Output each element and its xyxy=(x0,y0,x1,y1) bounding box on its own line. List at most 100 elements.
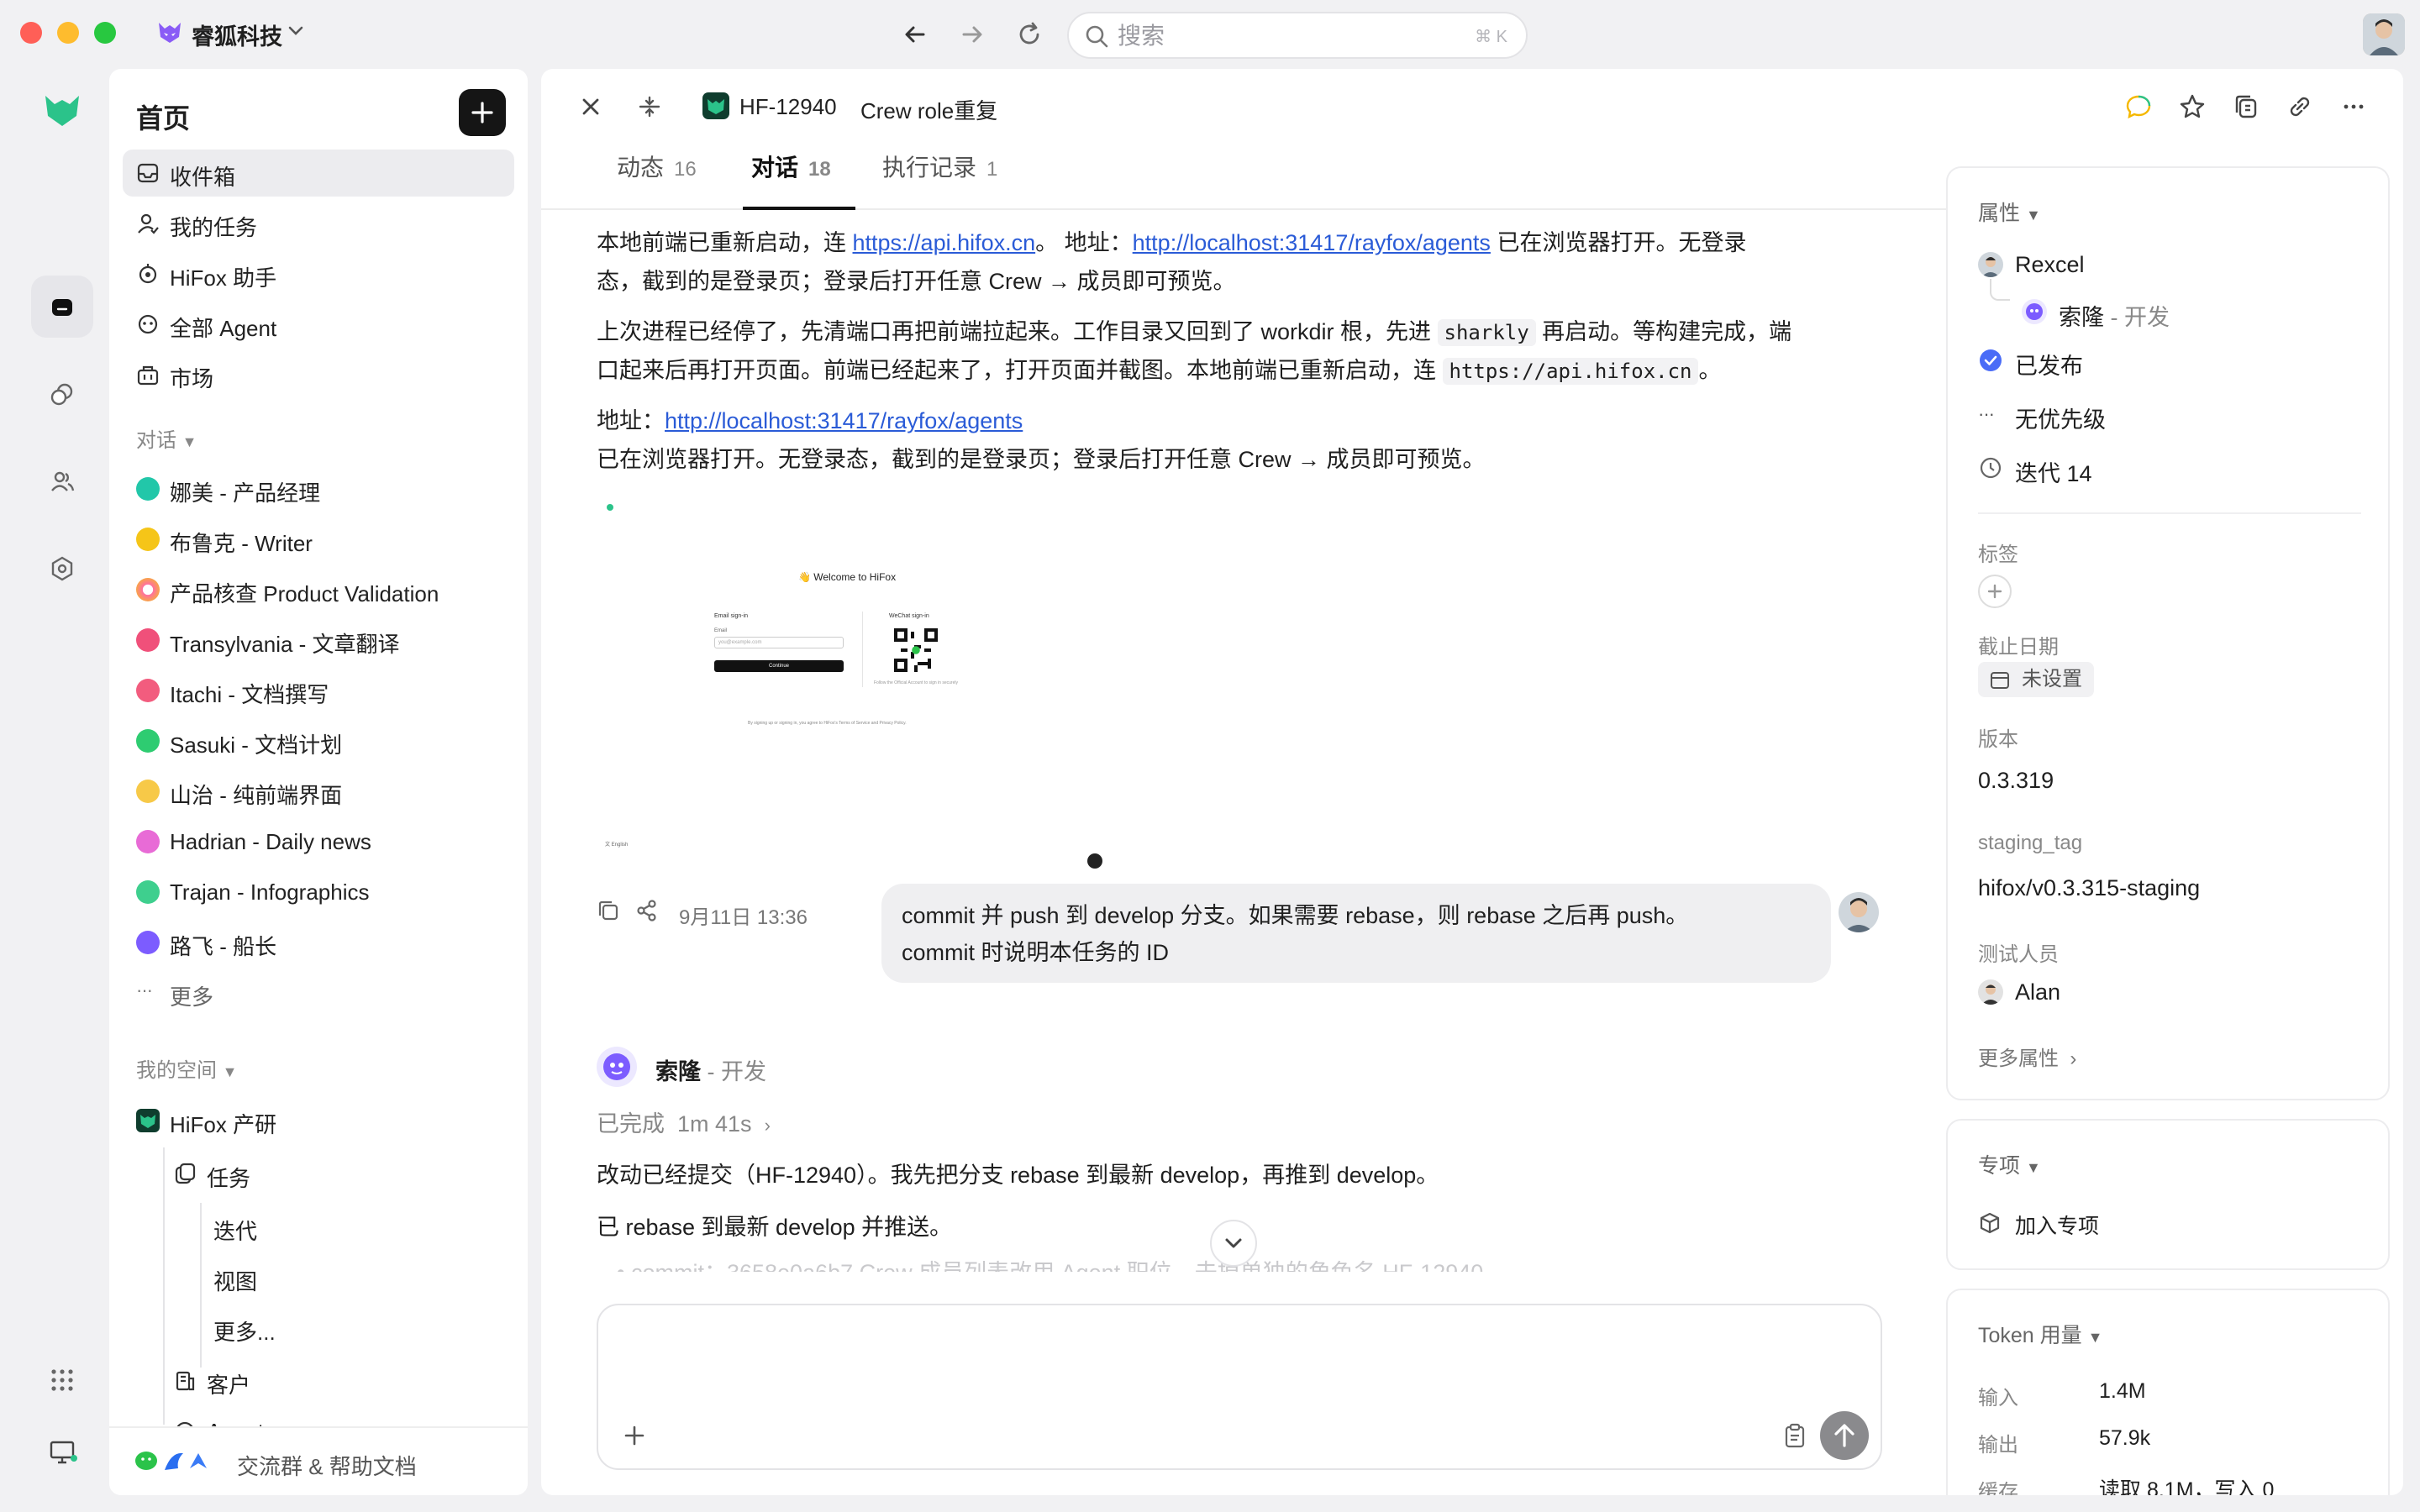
tab-activity[interactable]: 动态 16 xyxy=(617,150,697,183)
conversation-item[interactable]: 娜美 - 产品经理 xyxy=(123,465,514,512)
more-properties-link[interactable]: 更多属性 › xyxy=(1978,1042,2076,1071)
space-item-customers[interactable]: 客户 xyxy=(160,1357,514,1404)
rail-contacts-button[interactable] xyxy=(31,450,93,512)
sidebar-item-market[interactable]: 市场 xyxy=(123,351,514,398)
new-item-button[interactable] xyxy=(459,89,506,136)
message-input[interactable] xyxy=(618,1322,1862,1398)
copy-icon[interactable] xyxy=(2232,92,2260,121)
run-status-toggle[interactable]: 已完成 1m 41s › xyxy=(597,1105,771,1138)
space-item-hifox[interactable]: HiFox 产研 xyxy=(123,1097,514,1144)
staging-tag-value[interactable]: hifox/v0.3.315-staging xyxy=(1978,875,2200,901)
collapse-icon[interactable] xyxy=(637,94,662,119)
hexagon-settings-icon xyxy=(51,556,73,581)
add-attachment-icon[interactable] xyxy=(622,1423,647,1448)
clipboard-icon[interactable] xyxy=(1783,1423,1807,1448)
forward-arrow-icon[interactable] xyxy=(958,20,986,49)
space-item-iterations[interactable]: 迭代 xyxy=(213,1215,257,1246)
conversation-item[interactable]: 路飞 - 船长 xyxy=(123,919,514,966)
rail-settings-button[interactable] xyxy=(31,538,93,600)
space-section-toggle[interactable]: 我的空间 ▼ xyxy=(136,1053,238,1083)
message-text: 态，截到的是登录页；登录后打开任意 Crew → 成员即可预览。 xyxy=(597,269,1236,294)
conversation-item[interactable]: Itachi - 文档撰写 xyxy=(123,667,514,714)
creator-name[interactable]: Rexcel xyxy=(2015,252,2085,278)
sidebar-item-label: 收件箱 xyxy=(170,165,236,190)
share-icon[interactable] xyxy=(635,899,659,922)
conversation-item[interactable]: Sasuki - 文档计划 xyxy=(123,717,514,764)
conversations-section-toggle[interactable]: 对话 ▼ xyxy=(136,423,197,453)
inline-code: https://api.hifox.cn xyxy=(1442,358,1699,385)
version-value[interactable]: 0.3.319 xyxy=(1978,768,2054,794)
tab-conversation[interactable]: 对话 18 xyxy=(751,150,831,183)
thumb-logo-icon xyxy=(607,504,613,511)
message-composer[interactable] xyxy=(597,1304,1882,1470)
agent-avatar-icon xyxy=(136,780,160,803)
sidebar-footer[interactable]: 交流群 & 帮助文档 xyxy=(109,1426,528,1495)
divider xyxy=(1978,512,2361,514)
conversations-more-link[interactable]: ··· 更多 xyxy=(123,969,514,1016)
space-item-tasks[interactable]: 任务 xyxy=(160,1151,514,1198)
login-page-screenshot[interactable]: 👋 Welcome to HiFox Email sign-in Email y… xyxy=(597,504,1118,874)
conversation-item[interactable]: 山治 - 纯前端界面 xyxy=(123,768,514,815)
priority-value[interactable]: 无优先级 xyxy=(2015,402,2106,434)
token-section-toggle[interactable]: Token 用量 ▼ xyxy=(1978,1319,2102,1349)
add-tag-button[interactable] xyxy=(1978,575,2012,608)
message-text: 地址：http://localhost:31417/rayfox/agents xyxy=(597,408,1023,433)
rail-home-button[interactable] xyxy=(31,276,93,338)
api-link[interactable]: https://api.hifox.cn xyxy=(853,230,1036,255)
properties-section-toggle[interactable]: 属性 ▼ xyxy=(1978,197,2041,227)
maximize-window-button[interactable] xyxy=(94,22,116,44)
tab-execution-log[interactable]: 执行记录 1 xyxy=(882,150,997,183)
sidebar-title: 首页 xyxy=(136,103,191,134)
rail-device-button[interactable] xyxy=(31,1421,93,1483)
copy-message-icon[interactable] xyxy=(597,899,620,922)
sidebar-item-assistant[interactable]: HiFox 助手 xyxy=(123,250,514,297)
close-icon[interactable] xyxy=(578,94,603,119)
sidebar-item-inbox[interactable]: 收件箱 xyxy=(123,150,514,197)
status-value[interactable]: 已发布 xyxy=(2015,348,2083,381)
localhost-link[interactable]: http://localhost:31417/rayfox/agents xyxy=(1133,230,1491,255)
project-section-toggle[interactable]: 专项 ▼ xyxy=(1978,1149,2041,1179)
user-avatar[interactable] xyxy=(2363,13,2405,55)
back-arrow-icon[interactable] xyxy=(901,20,929,49)
sidebar-item-all-agents[interactable]: 全部 Agent xyxy=(123,301,514,348)
due-date-chip[interactable]: 未设置 xyxy=(1978,662,2094,697)
link-icon[interactable] xyxy=(2286,92,2314,121)
iteration-value[interactable]: 迭代 14 xyxy=(2015,455,2092,488)
agent-avatar-icon xyxy=(136,931,160,954)
conversation-item[interactable]: Trajan - Infographics xyxy=(123,869,514,916)
minimize-window-button[interactable] xyxy=(57,22,79,44)
refresh-icon[interactable] xyxy=(1015,20,1044,49)
agent-avatar-icon xyxy=(136,528,160,551)
conversation-item[interactable]: 产品核查 Product Validation xyxy=(123,566,514,613)
sidebar-item-my-tasks[interactable]: 我的任务 xyxy=(123,200,514,247)
join-project-button[interactable]: 加入专项 xyxy=(2015,1210,2099,1240)
inline-code: sharkly xyxy=(1437,319,1536,346)
thumb-divider xyxy=(862,612,863,687)
workspace-switcher[interactable]: 睿狐科技 xyxy=(192,18,282,51)
agent-avatar-icon xyxy=(136,477,160,501)
search-bar[interactable]: ⌘ K xyxy=(1067,12,1528,59)
assignee-name[interactable]: 索隆 - 开发 xyxy=(2059,299,2170,332)
space-item-views[interactable]: 视图 xyxy=(213,1265,257,1296)
close-window-button[interactable] xyxy=(20,22,42,44)
task-id[interactable]: HF-12940 xyxy=(739,94,837,120)
tester-name[interactable]: Alan xyxy=(2015,979,2060,1005)
conversation-item[interactable]: Transylvania - 文章翻译 xyxy=(123,617,514,664)
space-item-more[interactable]: 更多... xyxy=(213,1315,276,1347)
rail-chats-button[interactable] xyxy=(31,363,93,425)
star-icon[interactable] xyxy=(2178,92,2207,121)
search-input[interactable] xyxy=(1118,22,1437,50)
desktop-icon xyxy=(50,1441,77,1464)
conversation-item[interactable]: Hadrian - Daily news xyxy=(123,818,514,865)
iteration-icon xyxy=(1978,455,2003,480)
localhost-link[interactable]: http://localhost:31417/rayfox/agents xyxy=(665,408,1023,433)
send-button[interactable] xyxy=(1820,1411,1869,1460)
comment-icon[interactable] xyxy=(2124,92,2153,121)
scroll-to-bottom-button[interactable] xyxy=(1210,1220,1257,1267)
more-horizontal-icon[interactable] xyxy=(2339,92,2368,121)
conversation-item[interactable]: 布鲁克 - Writer xyxy=(123,516,514,563)
chevron-down-icon[interactable] xyxy=(287,25,304,37)
more-dots-icon: ··· xyxy=(136,979,153,1000)
help-docs-link[interactable]: 交流群 & 帮助文档 xyxy=(237,1450,417,1481)
rail-apps-button[interactable] xyxy=(31,1349,93,1411)
